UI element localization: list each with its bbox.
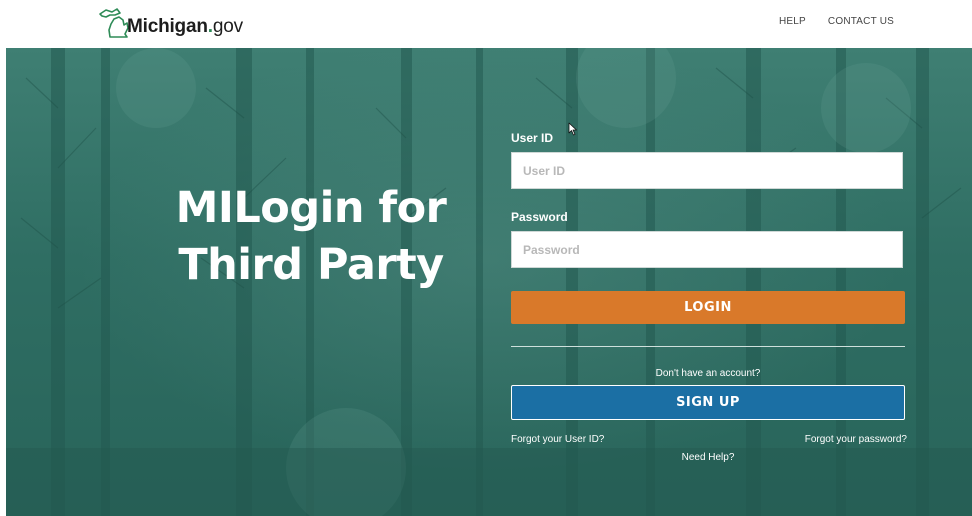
mouse-pointer-icon xyxy=(568,122,577,136)
user-id-input[interactable] xyxy=(511,152,903,189)
hero-banner: MILogin for Third Party User ID Password… xyxy=(6,48,972,516)
password-label: Password xyxy=(511,210,568,224)
page-title-line1: MILogin for xyxy=(175,183,447,233)
page-title: MILogin for Third Party xyxy=(146,180,476,294)
user-id-label: User ID xyxy=(511,131,554,145)
need-help-link[interactable]: Need Help? xyxy=(511,452,905,463)
logo-wordmark: Michigan.gov xyxy=(127,16,243,37)
login-button[interactable]: LOGIN xyxy=(511,291,905,324)
forgot-user-id-link[interactable]: Forgot your User ID? xyxy=(511,434,604,445)
page-title-line2: Third Party xyxy=(178,240,444,290)
forgot-password-link[interactable]: Forgot your password? xyxy=(805,434,907,445)
no-account-text: Don't have an account? xyxy=(655,368,761,379)
password-input[interactable] xyxy=(511,231,903,268)
michigan-gov-logo[interactable]: Michigan.gov xyxy=(97,4,243,40)
sign-up-button[interactable]: SIGN UP xyxy=(511,385,905,420)
top-nav: HELP CONTACT US xyxy=(779,16,894,27)
site-header: Michigan.gov HELP CONTACT US xyxy=(0,0,972,48)
form-divider xyxy=(511,346,905,347)
contact-us-link[interactable]: CONTACT US xyxy=(828,16,894,27)
help-link[interactable]: HELP xyxy=(779,16,806,27)
